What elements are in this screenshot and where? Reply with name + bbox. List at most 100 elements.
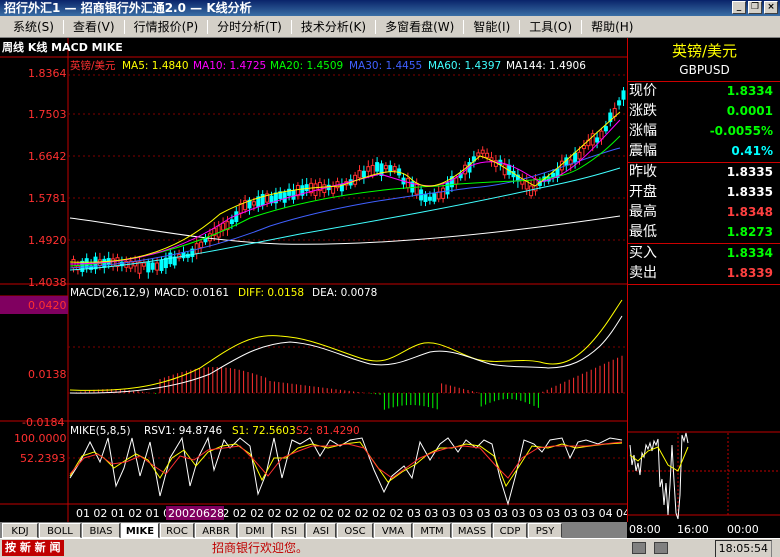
candle-body <box>194 243 199 254</box>
quote-row-last: 现价 1.8334 <box>628 82 780 101</box>
date-tick: 03 <box>511 507 525 520</box>
quote-row-open: 开盘 1.8335 <box>628 183 780 202</box>
candle-body <box>207 233 212 242</box>
date-tick: 02 <box>93 507 107 520</box>
candle-body <box>577 151 582 160</box>
date-tick: 03 <box>494 507 508 520</box>
tab-bias[interactable]: BIAS <box>82 523 120 538</box>
quote-label: 涨跌 <box>629 103 657 119</box>
tab-arbr[interactable]: ARBR <box>195 523 237 538</box>
menu-help[interactable]: 帮助(H) <box>582 18 642 35</box>
quote-label: 现价 <box>629 83 657 99</box>
ma10-line <box>69 119 621 265</box>
date-tick: 03 <box>564 507 578 520</box>
tab-osc[interactable]: OSC <box>337 523 373 538</box>
candle-body <box>603 126 608 132</box>
candle-body <box>476 152 481 157</box>
menu-bar: 系统(S) 查看(V) 行情报价(P) 分时分析(T) 技术分析(K) 多窗看盘… <box>0 16 780 38</box>
candle-body <box>216 225 221 238</box>
quote-value: -0.0055% <box>709 124 773 138</box>
cursor-date: 20020628 <box>168 507 224 520</box>
time-tick: 08:00 <box>629 523 661 536</box>
quote-row-amplitude: 震幅 0.41% <box>628 142 780 161</box>
legend-ma144: MA144: 1.4906 <box>506 60 586 72</box>
quote-row-change-pct: 涨幅 -0.0055% <box>628 122 780 141</box>
tab-kdj[interactable]: KDJ <box>2 523 38 538</box>
price-tick: 1.4920 <box>28 234 67 247</box>
candle-body <box>361 170 366 178</box>
close-button[interactable]: × <box>764 1 778 14</box>
date-tick: 02 <box>285 507 299 520</box>
date-tick: 02 <box>337 507 351 520</box>
minimize-button[interactable]: _ <box>732 1 746 14</box>
ma30-line <box>69 147 621 269</box>
macd-legend-diff: DIFF: 0.0158 <box>238 287 304 299</box>
tab-cdp[interactable]: CDP <box>493 523 527 538</box>
date-tick: 03 <box>424 507 438 520</box>
tray-icon[interactable] <box>654 542 668 554</box>
welcome-message: 招商银行欢迎您。 <box>212 541 309 555</box>
candle-body <box>155 262 160 271</box>
menu-intraday[interactable]: 分时分析(T) <box>208 18 291 35</box>
macd-axis: 0.0420 0.0138 -0.0184 <box>22 299 67 429</box>
quote-row-prev-close: 昨收 1.8335 <box>628 163 780 182</box>
menu-multiwindow[interactable]: 多窗看盘(W) <box>376 18 463 35</box>
menu-technical[interactable]: 技术分析(K) <box>292 18 375 35</box>
kline-chart-svg[interactable]: 周线 K线 MACD MIKE 英镑/美元 MA5: 1.4840 MA10: … <box>0 38 627 522</box>
menu-smart[interactable]: 智能(I) <box>464 18 519 35</box>
mike-tick: 52.2393 <box>20 452 66 465</box>
date-tick: 01 <box>146 507 160 520</box>
menu-system[interactable]: 系统(S) <box>4 18 63 35</box>
candle-body <box>427 196 432 201</box>
quote-symbol-code: GBPUSD <box>679 63 730 77</box>
date-tick: 03 <box>442 507 456 520</box>
tab-rsi[interactable]: RSI <box>273 523 305 538</box>
menu-tools[interactable]: 工具(O) <box>520 18 581 35</box>
date-tick: 03 <box>581 507 595 520</box>
date-tick: 02 <box>250 507 264 520</box>
tab-mass[interactable]: MASS <box>452 523 492 538</box>
tab-psy[interactable]: PSY <box>528 523 562 538</box>
intraday-mini-chart[interactable] <box>628 285 780 522</box>
tab-boll[interactable]: BOLL <box>39 523 81 538</box>
mike-tick: 100.0000 <box>14 432 67 445</box>
price-tick: 1.5781 <box>28 192 67 205</box>
quote-label: 震幅 <box>629 143 657 159</box>
candle-body <box>529 185 534 197</box>
tab-mike[interactable]: MIKE <box>121 523 159 538</box>
candle-body <box>480 149 485 154</box>
tab-mtm[interactable]: MTM <box>413 523 451 538</box>
window-controls: _ ❐ × <box>732 1 778 14</box>
macd-legend-dea: DEA: 0.0078 <box>312 287 377 299</box>
candle-body <box>146 262 151 273</box>
quote-label: 最低 <box>629 224 657 240</box>
candle-body <box>423 193 428 202</box>
mike-legend: MIKE(5,8,5) RSV1: 94.8746 S1: 72.5603 S2… <box>70 425 360 437</box>
mike-legend-rsv1: RSV1: 94.8746 <box>144 425 222 437</box>
candle-body <box>405 178 410 189</box>
tab-dmi[interactable]: DMI <box>238 523 272 538</box>
candle-body <box>282 192 287 203</box>
date-axis: 0102010201020202020202020202020202020203… <box>76 507 627 520</box>
mike-legend-name: MIKE(5,8,5) <box>70 425 131 437</box>
candle-body <box>141 262 146 267</box>
date-tick: 02 <box>233 507 247 520</box>
candle-body <box>599 130 604 140</box>
tray-icon[interactable] <box>632 542 646 554</box>
date-tick: 03 <box>477 507 491 520</box>
candle-body <box>159 259 164 271</box>
tab-asi[interactable]: ASI <box>306 523 336 538</box>
candle-body <box>621 90 626 100</box>
restore-button[interactable]: ❐ <box>748 1 762 14</box>
candle-body <box>234 211 239 223</box>
quote-row-bid: 买入 1.8334 <box>628 244 780 263</box>
tab-vma[interactable]: VMA <box>374 523 412 538</box>
tab-roc[interactable]: ROC <box>160 523 194 538</box>
news-button[interactable]: 按 新 新 闻 <box>2 540 64 556</box>
mini-price-line <box>629 432 689 520</box>
mike-legend-s2: S2: 81.4290 <box>296 425 360 437</box>
candle-body <box>392 166 397 171</box>
date-tick: 03 <box>407 507 421 520</box>
menu-view[interactable]: 查看(V) <box>64 18 124 35</box>
menu-quotes[interactable]: 行情报价(P) <box>125 18 208 35</box>
